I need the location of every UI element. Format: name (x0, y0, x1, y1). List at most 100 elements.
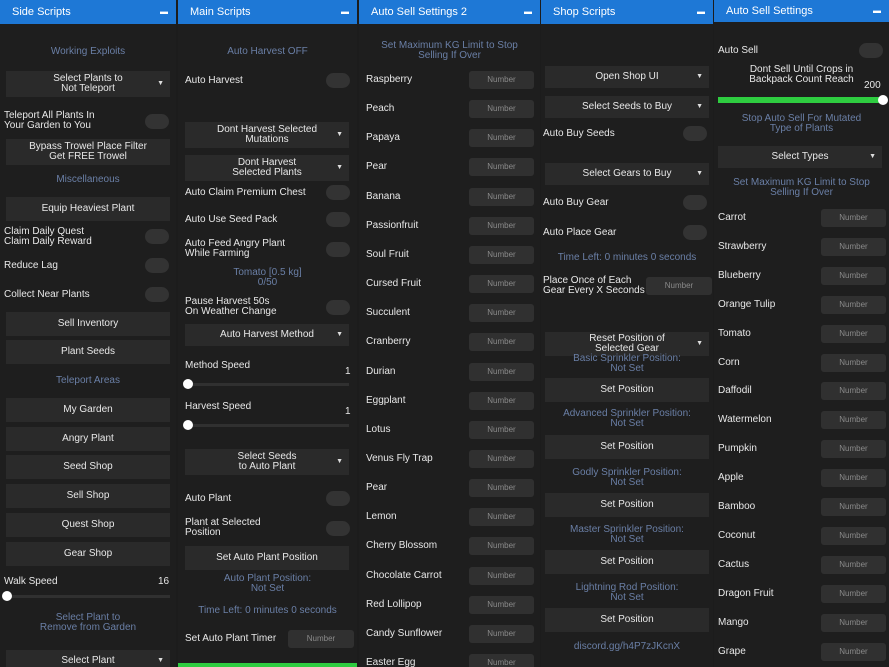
set-auto-plant-position-button[interactable]: Set Auto Plant Position (185, 546, 349, 570)
teleport-all-toggle[interactable] (145, 114, 169, 129)
kg-limit-input[interactable]: Number (821, 526, 886, 545)
panel-title: Shop Scripts (553, 6, 616, 18)
kg-limit-input[interactable]: Number (821, 324, 886, 343)
select-gears-buy-dropdown[interactable]: Select Gears to Buy ▼ (545, 163, 709, 185)
kg-limit-input[interactable]: Number (821, 469, 886, 488)
caret-down-icon[interactable]: ▬ (160, 0, 168, 24)
select-plants-not-teleport-dropdown[interactable]: Select Plants to Not Teleport ▼ (6, 71, 170, 97)
kg-limit-input[interactable]: Number (821, 382, 886, 401)
auto-use-seed-toggle[interactable] (326, 212, 350, 227)
seed-shop-button[interactable]: Seed Shop (6, 455, 170, 479)
sell-inventory-button[interactable]: Sell Inventory (6, 312, 170, 336)
auto-harvest-toggle[interactable] (326, 73, 350, 88)
kg-limit-input[interactable]: Number (469, 304, 534, 323)
auto-buy-seeds-toggle[interactable] (683, 126, 707, 141)
set-position-basic-button[interactable]: Set Position (545, 378, 709, 402)
caret-down-icon[interactable]: ▬ (697, 0, 705, 24)
method-speed-slider-knob[interactable] (183, 379, 193, 389)
select-types-dropdown[interactable]: Select Types ▼ (718, 146, 882, 168)
caret-down-icon[interactable]: ▬ (524, 0, 532, 24)
kg-limit-input[interactable]: Number (821, 209, 886, 227)
kg-limit-input[interactable]: Number (821, 411, 886, 430)
side-scripts-header[interactable]: Side Scripts ▬ (0, 0, 176, 24)
kg-limit-input[interactable]: Number (469, 129, 534, 148)
sell-shop-button[interactable]: Sell Shop (6, 484, 170, 508)
kg-limit-input[interactable]: Number (821, 266, 886, 285)
select-seeds-buy-dropdown[interactable]: Select Seeds to Buy ▼ (545, 96, 709, 118)
auto-sell-toggle[interactable] (859, 43, 883, 58)
kg-limit-input[interactable]: Number (469, 216, 534, 235)
kg-limit-input[interactable]: Number (469, 100, 534, 119)
kg-limit-input[interactable]: Number (821, 555, 886, 574)
caret-down-icon[interactable]: ▬ (873, 0, 881, 22)
shop-scripts-header[interactable]: Shop Scripts ▬ (541, 0, 713, 24)
place-interval-input[interactable]: Number (646, 277, 712, 295)
harvest-method-dropdown[interactable]: Auto Harvest Method ▼ (185, 324, 349, 346)
caret-down-icon[interactable]: ▬ (341, 0, 349, 24)
kg-limit-input[interactable]: Number (469, 187, 534, 206)
claim-daily-toggle[interactable] (145, 229, 169, 244)
auto-sell-settings-2-header[interactable]: Auto Sell Settings 2 ▬ (359, 0, 540, 24)
kg-limit-input[interactable]: Number (821, 295, 886, 314)
kg-limit-input[interactable]: Number (469, 595, 534, 614)
select-plant-dropdown[interactable]: Select Plant ▼ (6, 650, 170, 667)
walk-speed-slider-knob[interactable] (2, 591, 12, 601)
collect-near-toggle[interactable] (145, 287, 169, 302)
discord-link[interactable]: discord.gg/h4P7zJKcnX (541, 642, 713, 652)
select-seeds-auto-plant-dropdown[interactable]: Select Seeds to Auto Plant ▼ (185, 449, 349, 475)
kg-limit-input[interactable]: Number (469, 391, 534, 410)
harvest-speed-slider-knob[interactable] (183, 420, 193, 430)
harvest-speed-slider-track[interactable] (185, 424, 349, 427)
kg-limit-input[interactable]: Number (469, 158, 534, 177)
my-garden-button[interactable]: My Garden (6, 398, 170, 422)
kg-limit-input[interactable]: Number (469, 245, 534, 264)
kg-limit-input[interactable]: Number (821, 498, 886, 516)
pause-harvest-toggle[interactable] (326, 300, 350, 315)
kg-limit-input[interactable]: Number (469, 479, 534, 498)
kg-limit-input[interactable]: Number (469, 566, 534, 585)
auto-plant-timer-input[interactable]: Number (288, 630, 354, 648)
kg-limit-input[interactable]: Number (821, 440, 886, 459)
main-scripts-header[interactable]: Main Scripts ▬ (178, 0, 357, 24)
auto-place-gear-toggle[interactable] (683, 225, 707, 240)
count-slider-knob[interactable] (878, 95, 888, 105)
dont-harvest-mutations-dropdown[interactable]: Dont Harvest Selected Mutations ▼ (185, 122, 349, 148)
kg-limit-input[interactable]: Number (469, 333, 534, 352)
auto-claim-chest-toggle[interactable] (326, 185, 350, 200)
kg-limit-input[interactable]: Number (821, 353, 886, 372)
equip-heaviest-button[interactable]: Equip Heaviest Plant (6, 197, 170, 221)
angry-plant-button[interactable]: Angry Plant (6, 427, 170, 451)
bypass-trowel-button[interactable]: Bypass Trowel Place Filter Get FREE Trow… (6, 139, 170, 165)
kg-limit-input[interactable]: Number (469, 654, 534, 667)
gear-shop-button[interactable]: Gear Shop (6, 542, 170, 566)
walk-speed-slider-track[interactable] (6, 595, 170, 598)
auto-feed-toggle[interactable] (326, 242, 350, 257)
set-position-master-button[interactable]: Set Position (545, 550, 709, 574)
kg-limit-input[interactable]: Number (821, 642, 886, 661)
kg-limit-input[interactable]: Number (821, 613, 886, 632)
kg-limit-input[interactable]: Number (469, 508, 534, 527)
kg-limit-input[interactable]: Number (821, 237, 886, 256)
kg-limit-input[interactable]: Number (469, 537, 534, 556)
kg-limit-input[interactable]: Number (469, 362, 534, 381)
quest-shop-button[interactable]: Quest Shop (6, 513, 170, 537)
plant-seeds-button[interactable]: Plant Seeds (6, 340, 170, 364)
set-position-godly-button[interactable]: Set Position (545, 493, 709, 517)
method-speed-slider-track[interactable] (185, 383, 349, 386)
kg-limit-input[interactable]: Number (469, 420, 534, 439)
plant-at-selected-toggle[interactable] (326, 521, 350, 536)
dont-harvest-plants-dropdown[interactable]: Dont Harvest Selected Plants ▼ (185, 155, 349, 181)
auto-buy-gear-toggle[interactable] (683, 195, 707, 210)
set-position-advanced-button[interactable]: Set Position (545, 435, 709, 459)
kg-limit-input[interactable]: Number (469, 71, 534, 89)
kg-limit-input[interactable]: Number (469, 275, 534, 294)
set-position-lightning-button[interactable]: Set Position (545, 608, 709, 632)
kg-limit-input[interactable]: Number (821, 584, 886, 603)
auto-plant-toggle[interactable] (326, 491, 350, 506)
count-slider-fill[interactable] (718, 97, 883, 103)
reduce-lag-toggle[interactable] (145, 258, 169, 273)
kg-limit-input[interactable]: Number (469, 624, 534, 643)
open-shop-dropdown[interactable]: Open Shop UI ▼ (545, 66, 709, 88)
auto-sell-settings-header[interactable]: Auto Sell Settings ▬ (714, 0, 889, 22)
kg-limit-input[interactable]: Number (469, 449, 534, 468)
